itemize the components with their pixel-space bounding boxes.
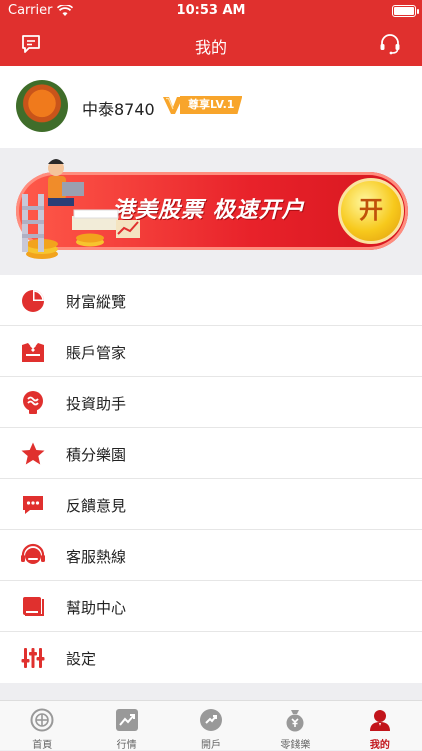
menu-item-feedback[interactable]: 反饋意見 (0, 479, 422, 530)
nav-bar: 我的 (0, 22, 422, 66)
status-time: 10:53 AM (176, 3, 246, 18)
profile-card[interactable]: 中泰8740 尊享LV.1 (0, 66, 422, 148)
menu-item-label: 賬戶管家 (66, 344, 127, 362)
menu-item-points[interactable]: 積分樂園 (0, 428, 422, 479)
tab-label: 我的 (369, 740, 390, 751)
menu-item-assistant[interactable]: 投資助手 (0, 377, 422, 428)
menu-item-label: 投資助手 (66, 395, 127, 413)
tab-small-change[interactable]: 零錢樂 (253, 701, 337, 751)
headset-icon[interactable] (378, 32, 402, 56)
tab-open-account[interactable]: 開戶 (169, 701, 253, 751)
menu-item-label: 反饋意見 (66, 497, 127, 515)
avatar[interactable] (16, 80, 68, 132)
star-icon (21, 442, 45, 465)
menu-item-label: 客服熱線 (66, 548, 127, 566)
open-account-icon (200, 709, 223, 731)
chat-icon (23, 496, 43, 514)
tab-label: 零錢樂 (280, 740, 311, 751)
tab-label: 首頁 (32, 740, 53, 751)
sliders-icon (21, 648, 45, 668)
pie-chart-icon (22, 290, 44, 312)
tab-bar: 首頁 行情 開戶 零錢樂 我的 (0, 700, 422, 751)
trend-icon (115, 709, 138, 731)
vip-level-label: 尊享LV.1 (180, 96, 243, 114)
username: 中泰8740 (82, 100, 155, 119)
vip-badge[interactable]: 尊享LV.1 (162, 94, 243, 116)
menu-item-help[interactable]: 幫助中心 (0, 581, 422, 632)
banner-open-button[interactable]: 开 (338, 178, 404, 244)
bulb-icon (23, 391, 43, 414)
money-bag-icon (286, 710, 304, 732)
battery-icon (392, 5, 416, 17)
status-bar: Carrier 10:53 AM (0, 0, 422, 22)
home-icon (30, 708, 54, 732)
headset-icon (21, 543, 45, 564)
tab-home[interactable]: 首頁 (0, 701, 84, 751)
tab-market[interactable]: 行情 (84, 701, 168, 751)
user-icon (369, 710, 390, 731)
banner-illustration (22, 159, 140, 259)
menu-item-account[interactable]: 賬戶管家 (0, 326, 422, 377)
battery-tip (417, 9, 419, 14)
tab-label: 行情 (116, 740, 137, 751)
menu-list: 財富縱覽 賬戶管家 投資助手 積分樂園 反饋意見 客服熱線 幫助中心 設定 (0, 275, 422, 683)
butler-icon (22, 343, 44, 362)
menu-item-settings[interactable]: 設定 (0, 632, 422, 683)
page-title: 我的 (194, 38, 227, 57)
tab-mine[interactable]: 我的 (338, 701, 422, 751)
menu-item-wealth[interactable]: 財富縱覽 (0, 275, 422, 326)
menu-item-label: 積分樂園 (66, 446, 127, 464)
menu-item-label: 財富縱覽 (66, 293, 127, 311)
menu-item-label: 設定 (66, 650, 97, 668)
book-icon (23, 597, 44, 616)
menu-item-hotline[interactable]: 客服熱線 (0, 530, 422, 581)
menu-item-label: 幫助中心 (66, 599, 127, 617)
tab-label: 開戶 (201, 740, 222, 751)
